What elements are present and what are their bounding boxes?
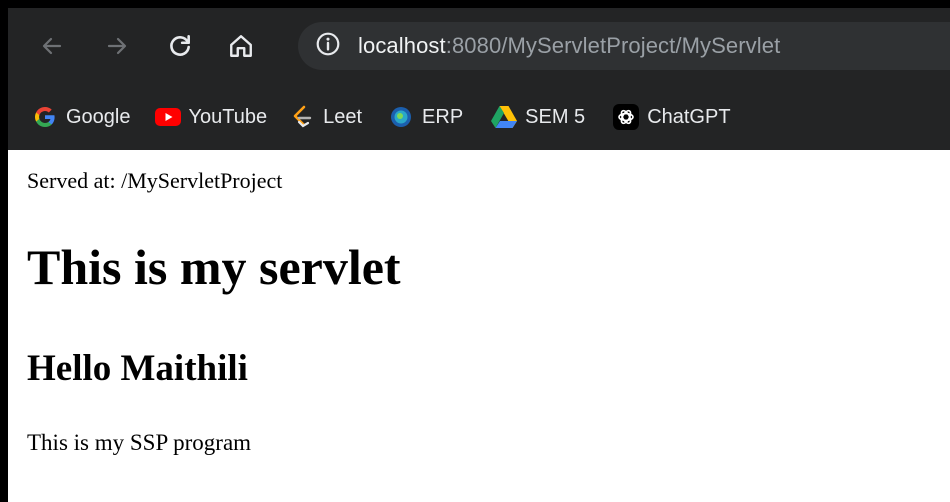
reload-icon — [167, 33, 193, 59]
chatgpt-icon — [613, 104, 640, 130]
bookmark-erp[interactable]: ERP — [380, 97, 471, 137]
address-bar[interactable]: localhost:8080/MyServletProject/MyServle… — [298, 22, 950, 70]
info-icon — [315, 31, 341, 62]
google-drive-icon — [491, 104, 518, 130]
back-button[interactable] — [34, 28, 70, 64]
google-icon — [32, 104, 58, 130]
bookmarks-bar: Google YouTube Leet ERP SEM 5 ChatGPT — [8, 84, 950, 150]
bookmark-label: Google — [66, 105, 131, 128]
screen-frame: localhost:8080/MyServletProject/MyServle… — [0, 0, 950, 502]
bookmark-chatgpt[interactable]: ChatGPT — [605, 97, 738, 137]
bookmark-sem5[interactable]: SEM 5 — [483, 97, 593, 137]
arrow-right-icon — [105, 34, 129, 58]
browser-window: localhost:8080/MyServletProject/MyServle… — [8, 8, 950, 502]
youtube-icon — [154, 104, 181, 130]
site-info-button[interactable] — [314, 32, 342, 60]
url-host: localhost — [358, 33, 446, 58]
url-text[interactable]: localhost:8080/MyServletProject/MyServle… — [358, 33, 780, 59]
home-icon — [228, 33, 254, 59]
bookmark-label: ERP — [422, 105, 464, 128]
reload-button[interactable] — [162, 28, 198, 64]
greeting-heading: Hello Maithili — [27, 348, 248, 389]
bookmark-label: Leet — [323, 105, 363, 128]
page-paragraph: This is my SSP program — [27, 430, 252, 455]
page-content: Served at: /MyServletProject This is my … — [8, 150, 950, 502]
erp-icon — [388, 104, 414, 130]
browser-toolbar: localhost:8080/MyServletProject/MyServle… — [8, 8, 950, 84]
arrow-left-icon — [40, 34, 64, 58]
bookmark-leet[interactable]: Leet — [281, 97, 370, 137]
page-heading: This is my servlet — [27, 239, 401, 295]
bookmark-label: YouTube — [188, 105, 268, 128]
url-path: :8080/MyServletProject/MyServlet — [445, 33, 781, 58]
home-button[interactable] — [223, 28, 259, 64]
bookmark-label: ChatGPT — [647, 105, 731, 128]
leetcode-icon — [289, 104, 315, 130]
forward-button[interactable] — [99, 28, 135, 64]
bookmark-google[interactable]: Google — [24, 97, 139, 137]
bookmark-youtube[interactable]: YouTube — [147, 97, 276, 137]
bookmark-label: SEM 5 — [525, 105, 586, 128]
served-at-text: Served at: /MyServletProject — [27, 168, 283, 193]
